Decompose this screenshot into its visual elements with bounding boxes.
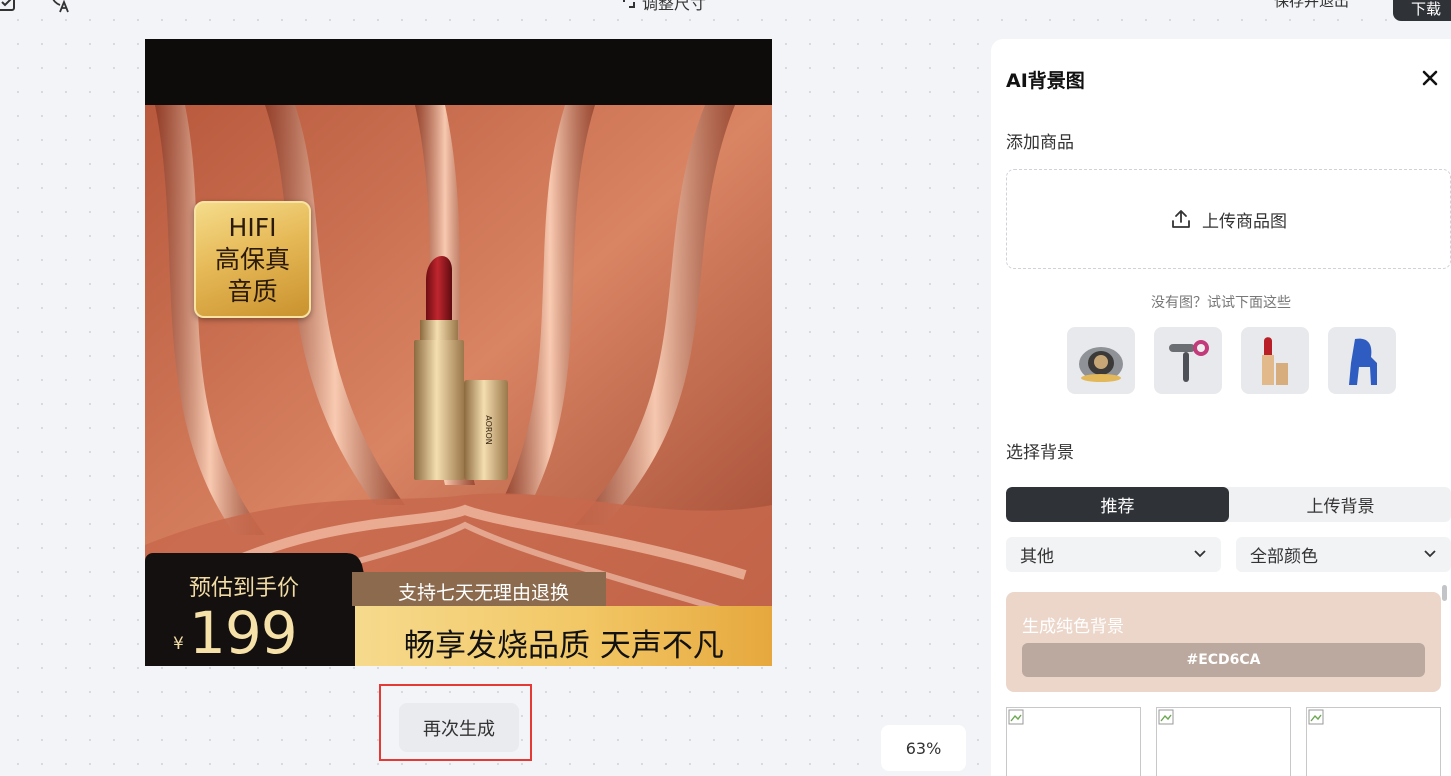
upload-icon: [1172, 210, 1190, 228]
resize-button[interactable]: 调整尺寸: [620, 0, 706, 14]
slogan-text: 畅享发烧品质 天声不凡: [404, 628, 724, 664]
tab-recommended[interactable]: 推荐: [1006, 487, 1229, 522]
chevron-down-icon: [1194, 550, 1206, 558]
chevron-down-icon: [1424, 550, 1436, 558]
background-tabs: 推荐 上传背景: [1006, 487, 1451, 522]
background-thumbnail[interactable]: [1306, 707, 1441, 776]
color-value: 全部颜色: [1250, 547, 1318, 567]
sample-lipstick[interactable]: [1241, 327, 1309, 394]
close-icon[interactable]: [1419, 67, 1441, 89]
category-select[interactable]: 其他: [1006, 537, 1221, 572]
hifi-badge: HIFI 高保真 音质: [194, 201, 311, 318]
regenerate-button[interactable]: 再次生成: [399, 703, 519, 752]
sample-hint: 没有图？试试下面这些: [1151, 295, 1291, 311]
hair-dryer-icon: [1169, 339, 1209, 382]
category-value: 其他: [1020, 547, 1054, 567]
sample-cat-bed[interactable]: [1067, 327, 1135, 394]
translate-icon[interactable]: [48, 0, 70, 14]
chair-icon: [1349, 338, 1377, 385]
checkbox-icon[interactable]: [0, 0, 18, 14]
zoom-level[interactable]: 63%: [881, 725, 966, 771]
download-button[interactable]: 下载: [1393, 0, 1451, 21]
broken-image-icon: [1158, 709, 1174, 725]
background-thumbnail[interactable]: [1006, 707, 1141, 776]
badge-line-1: HIFI: [228, 212, 277, 242]
color-select[interactable]: 全部颜色: [1236, 537, 1451, 572]
resize-label: 调整尺寸: [642, 0, 707, 13]
lipstick-product-image: AORON: [414, 256, 508, 480]
panel-scrollbar[interactable]: [1442, 585, 1447, 601]
cat-bed-icon: [1079, 346, 1123, 382]
upload-label: 上传商品图: [1202, 211, 1287, 232]
background-thumbnail[interactable]: [1156, 707, 1291, 776]
sample-products: [1067, 327, 1396, 394]
ai-background-panel: AI背景图 添加商品 上传商品图 没有图？试试下面这些 选择背景 推荐 上传背景…: [991, 39, 1451, 776]
upload-product-dropzone[interactable]: 上传商品图: [1006, 169, 1451, 269]
svg-text:AORON: AORON: [484, 415, 493, 444]
add-product-heading: 添加商品: [1006, 133, 1074, 153]
save-exit-button[interactable]: 保存并退出: [1274, 0, 1349, 11]
broken-image-icon: [1308, 709, 1324, 725]
tab-upload-background[interactable]: 上传背景: [1229, 487, 1451, 522]
badge-line-3: 音质: [227, 276, 278, 306]
solid-background-card[interactable]: 生成纯色背景 #ECD6CA: [1006, 592, 1441, 692]
badge-line-2: 高保真: [214, 244, 290, 274]
return-policy-text: 支持七天无理由退换: [398, 582, 570, 604]
broken-image-icon: [1008, 709, 1024, 725]
solid-background-hex-button[interactable]: #ECD6CA: [1022, 643, 1425, 677]
solid-background-title: 生成纯色背景: [1022, 617, 1124, 637]
sample-hair-dryer[interactable]: [1154, 327, 1222, 394]
panel-title: AI背景图: [1006, 70, 1085, 92]
price-value: 199: [189, 599, 298, 667]
select-background-heading: 选择背景: [1006, 443, 1074, 463]
sample-blue-chair[interactable]: [1328, 327, 1396, 394]
lipstick-icon: [1262, 336, 1288, 385]
top-toolbar: 调整尺寸 保存并退出 下载: [0, 0, 1451, 21]
currency-symbol: ¥: [173, 634, 184, 654]
resize-icon: [623, 0, 635, 8]
